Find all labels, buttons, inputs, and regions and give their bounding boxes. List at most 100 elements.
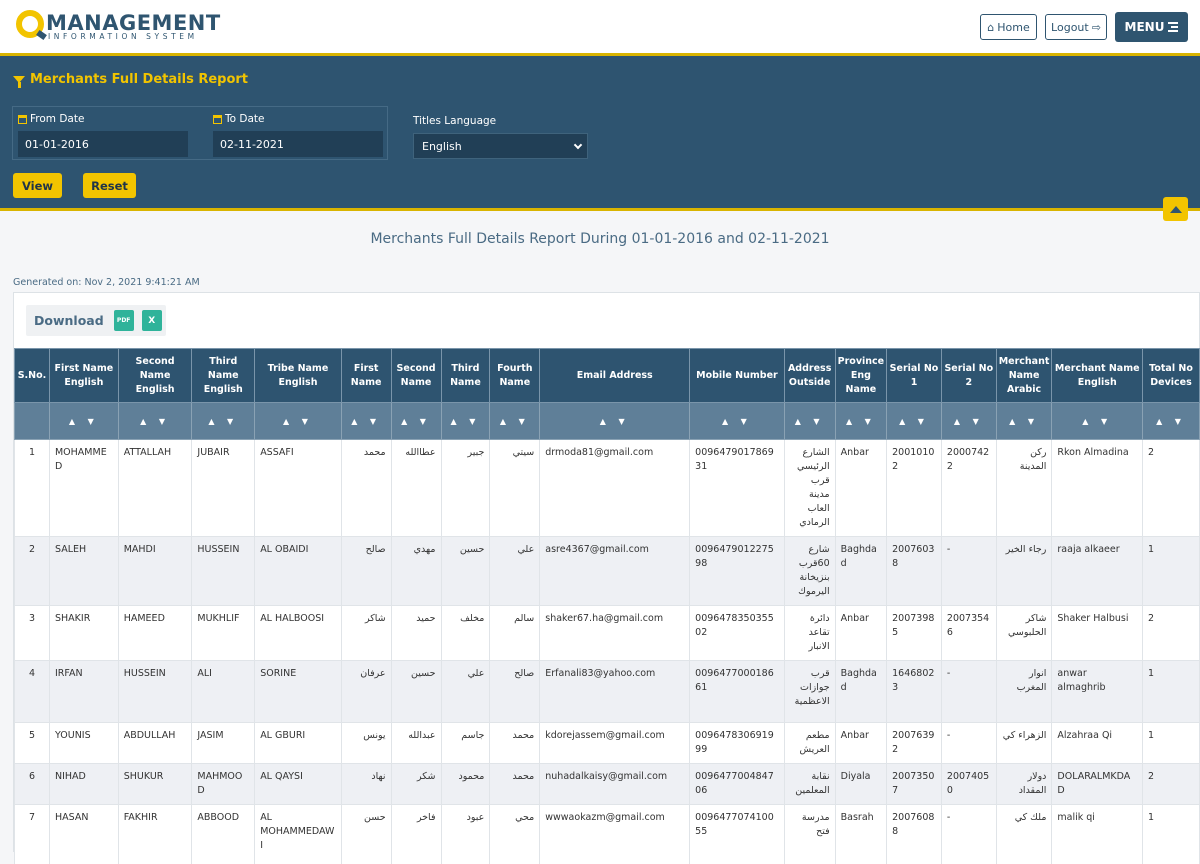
language-select[interactable]: English (413, 133, 588, 159)
sort-arrows[interactable]: ▲ ▼ (489, 402, 541, 440)
sort-arrows[interactable]: ▲ ▼ (940, 402, 997, 440)
table-cell: SHUKUR (117, 763, 193, 805)
sort-arrows[interactable]: ▲ ▼ (340, 402, 392, 440)
table-cell: Anbar (834, 722, 888, 764)
sort-arrows[interactable]: ▲ ▼ (689, 402, 785, 440)
from-date-label-text: From Date (30, 113, 85, 125)
sort-arrows[interactable]: ▲ ▼ (783, 402, 836, 440)
table-cell: حسين (440, 536, 491, 606)
sort-arrows[interactable]: ▲ ▼ (1142, 402, 1200, 440)
table-cell: سالم (489, 605, 541, 661)
table-cell: nuhadalkaisy@gmail.com (539, 763, 691, 805)
table-cell: نقابة المعلمين (783, 763, 836, 805)
table-cell: محي (489, 804, 541, 864)
column-header: First Name English (48, 348, 119, 403)
table-cell: يونس (340, 722, 392, 764)
table-cell: - (940, 722, 997, 764)
column-header: Second Name English (117, 348, 193, 403)
table-sort-row: ▲ ▼ ▲ ▼ ▲ ▼ ▲ ▼ ▲ ▼ ▲ ▼ ▲ ▼ ▲ ▼ ▲ ▼ ▲ ▼ ▲ ▼ ▲ ▼ ▲ ▼ ▲… (14, 402, 1200, 440)
sort-arrows[interactable]: ▲ ▼ (539, 402, 691, 440)
sort-arrows[interactable]: ▲ ▼ (117, 402, 193, 440)
column-header: Tribe Name English (254, 348, 342, 403)
table-cell: HUSSEIN (117, 660, 193, 723)
table-cell: 20007422 (940, 439, 997, 537)
table-cell: NIHAD (48, 763, 119, 805)
logout-button[interactable]: Logout ⇨ (1045, 14, 1107, 40)
sort-arrows[interactable]: ▲ ▼ (254, 402, 342, 440)
sort-arrows[interactable]: ▲ ▼ (390, 402, 442, 440)
home-label: Home (997, 20, 1030, 34)
from-date-label: From Date (18, 113, 84, 125)
logout-label: Logout (1051, 20, 1089, 34)
reset-button[interactable]: Reset (83, 173, 136, 198)
table-cell: علي (440, 660, 491, 723)
table-cell: 20076392 (886, 722, 942, 764)
table-cell: 3 (14, 605, 50, 661)
view-button[interactable]: View (13, 173, 62, 198)
table-cell: 20073546 (940, 605, 997, 661)
table-cell: 1 (1142, 536, 1200, 606)
top-bar: MANAGEMENT INFORMATION SYSTEM ⌂ Home Log… (0, 0, 1200, 53)
table-cell: رجاء الخير (995, 536, 1053, 606)
from-date-input[interactable]: 01-01-2016 (18, 131, 188, 157)
sort-arrows (14, 402, 50, 440)
table-cell: AL OBAIDI (254, 536, 342, 606)
table-cell: فاخر (390, 804, 442, 864)
table-cell: SHAKIR (48, 605, 119, 661)
sort-arrows[interactable]: ▲ ▼ (834, 402, 888, 440)
table-cell: 16468023 (886, 660, 942, 723)
table-cell: ABDULLAH (117, 722, 193, 764)
table-cell: Anbar (834, 439, 888, 537)
excel-download-icon[interactable]: X (141, 310, 162, 331)
table-cell: عبدالله (390, 722, 442, 764)
column-header: Third Name English (191, 348, 256, 403)
table-row: 5 YOUNIS ABDULLAH JASIM AL GBURI يونس عبدالله ج… (14, 722, 1200, 764)
table-cell: ASSAFI (254, 439, 342, 537)
home-icon: ⌂ (987, 20, 995, 34)
logout-icon: ⇨ (1091, 20, 1101, 34)
collapse-filter-button[interactable] (1163, 197, 1188, 221)
table-body: 1 MOHAMMED ATTALLAH JUBAIR ASSAFI محمد عطاالله… (14, 439, 1200, 864)
sort-arrows[interactable]: ▲ ▼ (1051, 402, 1144, 440)
table-cell: الشارع الرئيسي قرب مدينة العاب الرمادي (783, 439, 836, 537)
sort-arrows[interactable]: ▲ ▼ (886, 402, 942, 440)
sort-arrows[interactable]: ▲ ▼ (191, 402, 256, 440)
table-cell: Basrah (834, 804, 888, 864)
table-cell: Alzahraa Qi (1051, 722, 1144, 764)
table-cell: 5 (14, 722, 50, 764)
table-cell: HASAN (48, 804, 119, 864)
table-cell: 009647700484706 (689, 763, 785, 805)
table-cell: 20076038 (886, 536, 942, 606)
table-cell: 6 (14, 763, 50, 805)
table-cell: صالح (489, 660, 541, 723)
sort-arrows[interactable]: ▲ ▼ (440, 402, 491, 440)
column-header: Province Eng Name (834, 348, 888, 403)
to-date-input[interactable]: 02-11-2021 (213, 131, 383, 157)
pdf-download-icon[interactable]: PDF (113, 310, 134, 331)
table-cell: IRFAN (48, 660, 119, 723)
table-row: 6 NIHAD SHUKUR MAHMOOD AL QAYSI نهاد شكر محمود م… (14, 763, 1200, 805)
table-cell: MOHAMMED (48, 439, 119, 537)
table-cell: شارع 60قرب بنزيخانة اليرموك (783, 536, 836, 606)
table-cell: 009647700018661 (689, 660, 785, 723)
column-header: Total No Devices (1142, 348, 1200, 403)
table-row: 1 MOHAMMED ATTALLAH JUBAIR ASSAFI محمد عطاالله… (14, 439, 1200, 537)
chevron-down-icon (573, 140, 583, 150)
column-header: Third Name (440, 348, 491, 403)
table-cell: malik qi (1051, 804, 1144, 864)
sort-arrows[interactable]: ▲ ▼ (48, 402, 119, 440)
table-cell: 2 (14, 536, 50, 606)
table-row: 3 SHAKIR HAMEED MUKHLIF AL HALBOOSI شاكر حميد م… (14, 605, 1200, 661)
table-row: 2 SALEH MAHDI HUSSEIN AL OBAIDI صالح مهدي حسين ع… (14, 536, 1200, 606)
table-cell: 1 (1142, 722, 1200, 764)
table-cell: Baghdad (834, 660, 888, 723)
table-cell: انوار المغرب (995, 660, 1053, 723)
table-cell: 20073507 (886, 763, 942, 805)
hamburger-icon (1168, 20, 1179, 34)
home-button[interactable]: ⌂ Home (980, 14, 1037, 40)
table-cell: 20010102 (886, 439, 942, 537)
sort-arrows[interactable]: ▲ ▼ (995, 402, 1053, 440)
menu-button[interactable]: MENU (1115, 12, 1188, 42)
filter-icon (13, 76, 25, 88)
filter-title: Merchants Full Details Report (13, 72, 248, 88)
